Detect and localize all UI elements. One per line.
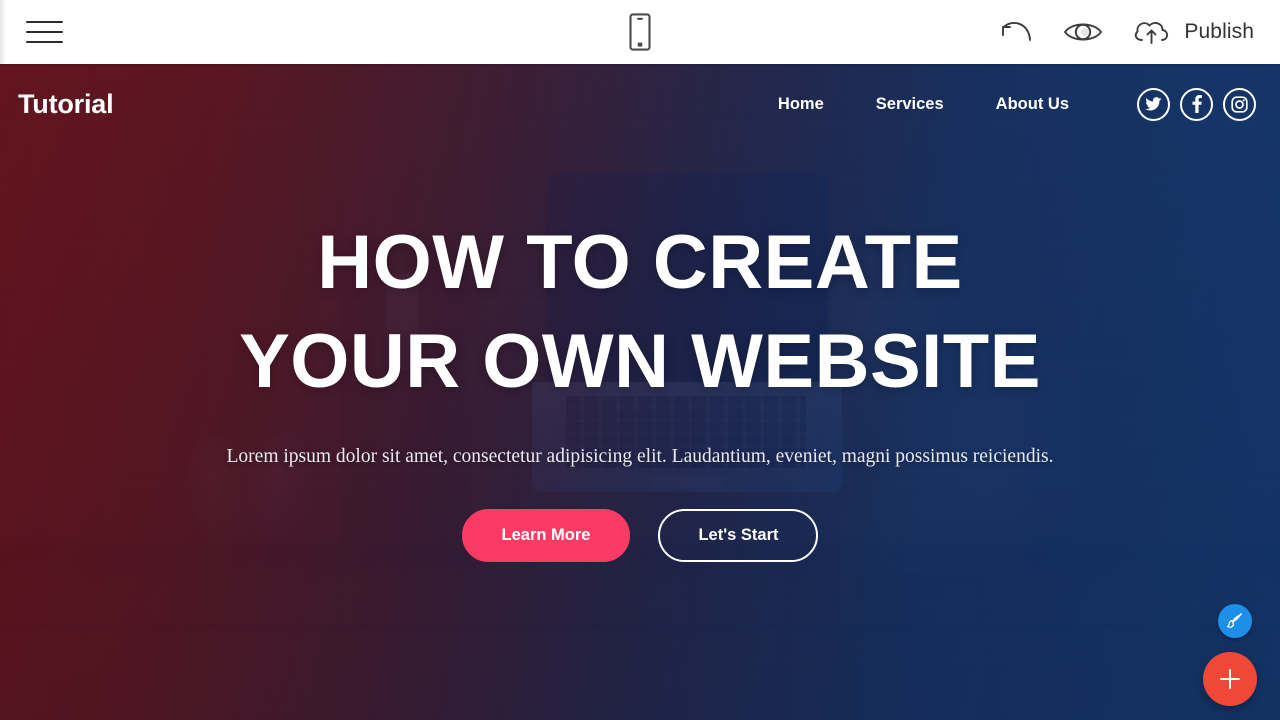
facebook-icon[interactable] bbox=[1180, 87, 1213, 121]
mobile-phone-icon[interactable] bbox=[627, 13, 653, 51]
editor-toolbar-actions: Publish bbox=[999, 17, 1254, 47]
site-brand[interactable]: Tutorial bbox=[18, 89, 114, 120]
social-links bbox=[1137, 87, 1256, 121]
hamburger-menu-icon[interactable] bbox=[26, 17, 64, 47]
hero-subtitle: Lorem ipsum dolor sit amet, consectetur … bbox=[226, 445, 1054, 467]
nav-item-about-us[interactable]: About Us bbox=[970, 95, 1095, 114]
hero-section: Tutorial Home Services About Us HOW TO C… bbox=[0, 64, 1280, 720]
publish-label: Publish bbox=[1184, 20, 1254, 43]
hamburger-line bbox=[26, 31, 63, 33]
nav-item-services[interactable]: Services bbox=[850, 95, 970, 114]
cloud-upload-icon bbox=[1131, 17, 1173, 47]
undo-arrow-icon[interactable] bbox=[999, 18, 1035, 46]
hero-content: HOW TO CREATE YOUR OWN WEBSITE Lorem ips… bbox=[0, 214, 1280, 562]
plus-icon bbox=[1220, 669, 1240, 689]
lets-start-button[interactable]: Let's Start bbox=[658, 508, 819, 562]
paintbrush-icon bbox=[1226, 613, 1242, 628]
editor-toolbar: Publish bbox=[0, 0, 1280, 64]
learn-more-button[interactable]: Learn More bbox=[461, 508, 631, 562]
style-brush-button[interactable] bbox=[1218, 604, 1252, 638]
hamburger-line bbox=[26, 41, 63, 43]
hero-title: HOW TO CREATE YOUR OWN WEBSITE bbox=[90, 214, 1190, 412]
instagram-icon[interactable] bbox=[1223, 87, 1256, 121]
hero-button-group: Learn More Let's Start bbox=[90, 508, 1190, 562]
publish-button[interactable]: Publish bbox=[1131, 17, 1254, 47]
hamburger-line bbox=[26, 21, 63, 23]
site-nav-links: Home Services About Us bbox=[752, 87, 1262, 121]
hero-title-line-2: YOUR OWN WEBSITE bbox=[239, 318, 1041, 404]
hero-title-line-1: HOW TO CREATE bbox=[317, 220, 963, 305]
nav-item-home[interactable]: Home bbox=[752, 95, 850, 114]
site-navbar: Tutorial Home Services About Us bbox=[0, 64, 1280, 144]
add-block-button[interactable] bbox=[1203, 652, 1257, 706]
eye-preview-icon[interactable] bbox=[1061, 18, 1105, 46]
twitter-icon[interactable] bbox=[1137, 87, 1170, 121]
